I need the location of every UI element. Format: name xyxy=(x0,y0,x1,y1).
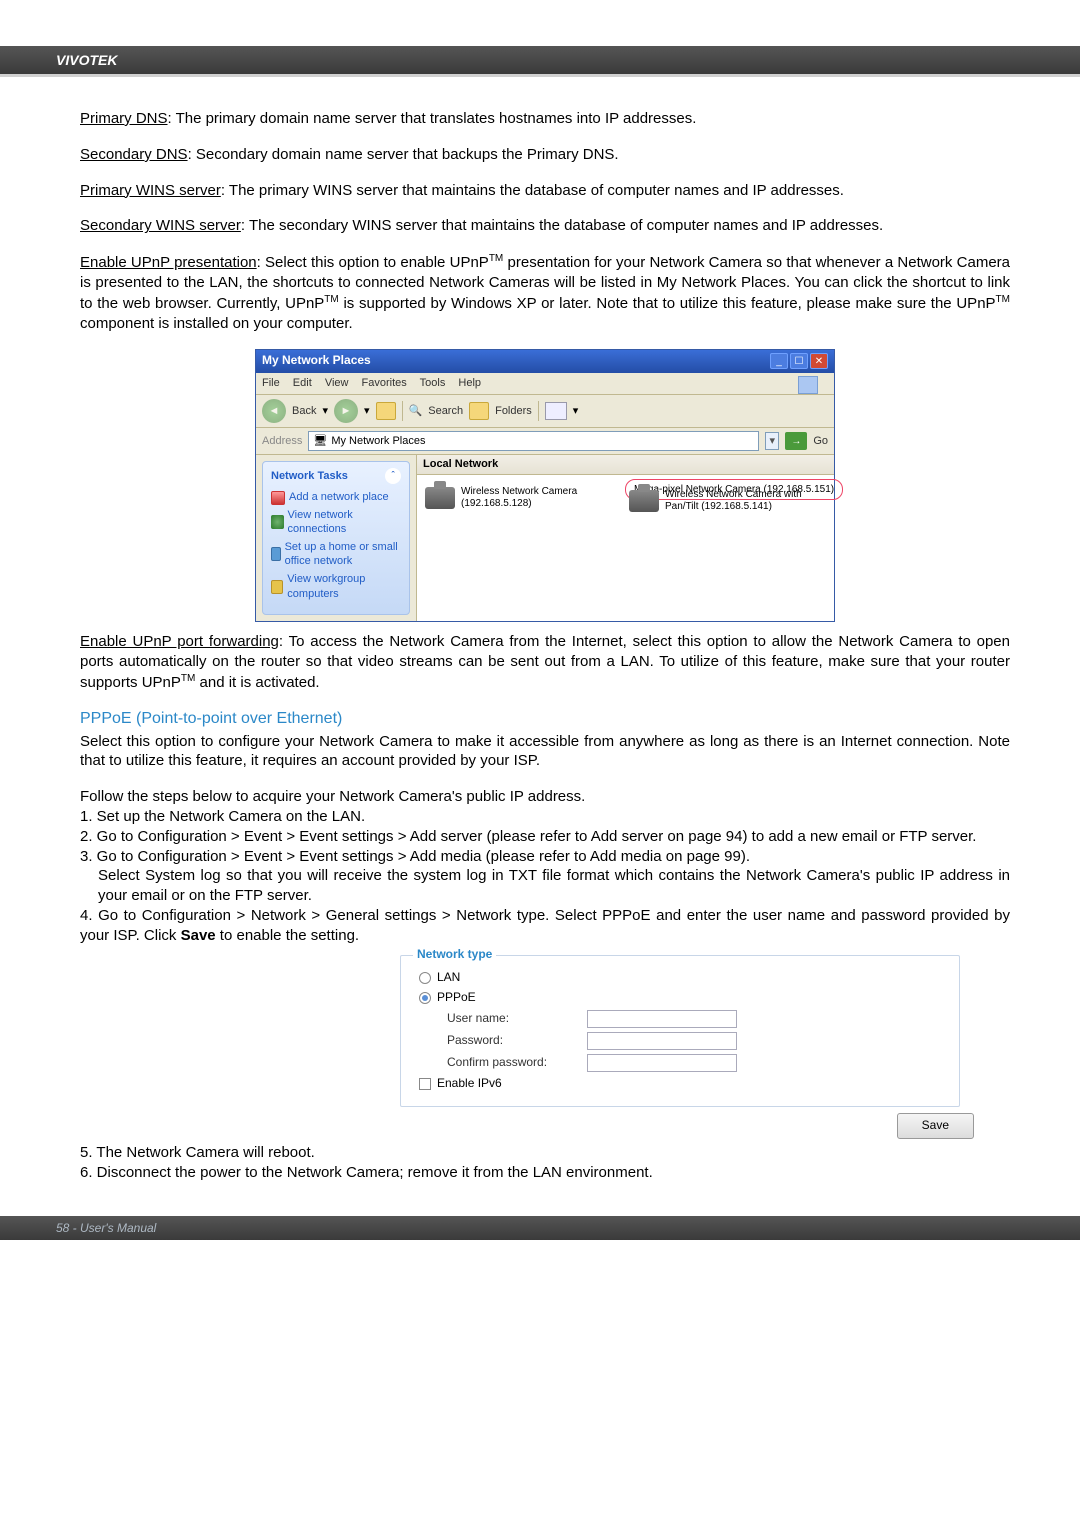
pppoe-label: PPPoE xyxy=(437,990,476,1006)
window-close-button[interactable]: ✕ xyxy=(810,353,828,369)
go-label: Go xyxy=(813,434,828,449)
term-secondary-wins: Secondary WINS server xyxy=(80,217,241,234)
window-title: My Network Places xyxy=(262,353,770,369)
def-primary-dns: Primary DNS: The primary domain name ser… xyxy=(80,109,1010,129)
connections-icon xyxy=(271,515,284,529)
term-upnp-presentation: Enable UPnP presentation xyxy=(80,254,257,271)
local-network-header: Local Network xyxy=(417,455,834,475)
collapse-icon[interactable]: ˆ xyxy=(385,468,401,484)
menu-help[interactable]: Help xyxy=(458,377,481,389)
pppoe-heading: PPPoE (Point-to-point over Ethernet) xyxy=(80,708,1010,729)
pppoe-step-4: 4. Go to Configuration > Network > Gener… xyxy=(80,906,1010,946)
pppoe-follow: Follow the steps below to acquire your N… xyxy=(80,787,1010,807)
term-upnp-port-forwarding: Enable UPnP port forwarding xyxy=(80,633,279,650)
address-value: My Network Places xyxy=(331,434,425,449)
search-icon[interactable]: 🔍 xyxy=(409,404,423,419)
username-label: User name: xyxy=(447,1011,587,1027)
def-upnp-port-forwarding: Enable UPnP port forwarding: To access t… xyxy=(80,632,1010,692)
def-secondary-wins: Secondary WINS server: The secondary WIN… xyxy=(80,216,1010,236)
address-icon: 🖥 xyxy=(313,434,327,449)
save-button[interactable]: Save xyxy=(897,1113,974,1139)
menu-file[interactable]: File xyxy=(262,377,280,389)
pppoe-step-3b: Select System log so that you will recei… xyxy=(98,866,1010,906)
menu-edit[interactable]: Edit xyxy=(293,377,312,389)
menu-view[interactable]: View xyxy=(325,377,349,389)
address-label: Address xyxy=(262,434,302,449)
enable-ipv6-checkbox[interactable] xyxy=(419,1078,431,1090)
home-icon xyxy=(271,547,281,561)
camera-icon xyxy=(425,487,455,509)
term-primary-dns: Primary DNS xyxy=(80,110,168,127)
back-button[interactable]: ◄ xyxy=(262,399,286,423)
menu-tools[interactable]: Tools xyxy=(420,377,446,389)
menu-bar: File Edit View Favorites Tools Help xyxy=(256,373,834,395)
network-camera-item[interactable]: Wireless Network Camera(192.168.5.128) M… xyxy=(425,483,605,513)
term-secondary-dns: Secondary DNS xyxy=(80,146,188,163)
address-bar[interactable]: 🖥 My Network Places xyxy=(308,431,759,452)
confirm-password-label: Confirm password: xyxy=(447,1055,587,1071)
menu-favorites[interactable]: Favorites xyxy=(362,377,407,389)
confirm-password-field[interactable] xyxy=(587,1054,737,1072)
pppoe-intro: Select this option to configure your Net… xyxy=(80,732,1010,772)
network-tasks-header: Network Tasks xyxy=(271,469,348,484)
window-maximize-button[interactable]: ☐ xyxy=(790,353,808,369)
username-field[interactable] xyxy=(587,1010,737,1028)
pppoe-step-2: 2. Go to Configuration > Event > Event s… xyxy=(80,827,1010,847)
pppoe-step-1: 1. Set up the Network Camera on the LAN. xyxy=(80,807,1010,827)
forward-button[interactable]: ► xyxy=(334,399,358,423)
task-setup-network[interactable]: Set up a home or small office network xyxy=(271,540,401,569)
page-footer: 58 - User's Manual xyxy=(0,1216,1080,1240)
term-primary-wins: Primary WINS server xyxy=(80,182,221,199)
go-button[interactable]: → xyxy=(785,432,807,450)
camera-icon xyxy=(629,490,659,512)
def-secondary-dns: Secondary DNS: Secondary domain name ser… xyxy=(80,145,1010,165)
footer-text: 58 - User's Manual xyxy=(56,1221,156,1235)
lan-radio[interactable] xyxy=(419,972,431,984)
folders-icon[interactable] xyxy=(469,402,489,420)
pppoe-step-6: 6. Disconnect the power to the Network C… xyxy=(80,1163,1010,1183)
network-type-panel: Network type LAN PPPoE User name: Passwo… xyxy=(400,955,960,1106)
throbber-icon xyxy=(798,376,818,394)
pppoe-step-5: 5. The Network Camera will reboot. xyxy=(80,1143,1010,1163)
lan-label: LAN xyxy=(437,970,460,986)
workgroup-icon xyxy=(271,580,283,594)
task-view-workgroup[interactable]: View workgroup computers xyxy=(271,572,401,601)
network-type-legend: Network type xyxy=(413,947,496,963)
password-field[interactable] xyxy=(587,1032,737,1050)
def-upnp-presentation: Enable UPnP presentation: Select this op… xyxy=(80,252,1010,333)
pppoe-step-3a: 3. Go to Configuration > Event > Event s… xyxy=(80,847,1010,867)
back-label: Back xyxy=(292,404,316,419)
page-header: VIVOTEK xyxy=(0,46,1080,77)
enable-ipv6-label: Enable IPv6 xyxy=(437,1076,502,1092)
task-add-network-place[interactable]: Add a network place xyxy=(271,490,401,505)
folders-label: Folders xyxy=(495,404,532,419)
add-icon xyxy=(271,491,285,505)
task-view-connections[interactable]: View network connections xyxy=(271,508,401,537)
address-dropdown[interactable]: ▾ xyxy=(765,432,779,450)
password-label: Password: xyxy=(447,1033,587,1049)
def-primary-wins: Primary WINS server: The primary WINS se… xyxy=(80,181,1010,201)
pppoe-radio[interactable] xyxy=(419,992,431,1004)
brand: VIVOTEK xyxy=(56,52,117,68)
search-label: Search xyxy=(428,404,463,419)
views-button[interactable] xyxy=(545,402,567,420)
up-folder-icon[interactable] xyxy=(376,402,396,420)
my-network-places-window: My Network Places _ ☐ ✕ File Edit View F… xyxy=(255,349,835,622)
window-minimize-button[interactable]: _ xyxy=(770,353,788,369)
